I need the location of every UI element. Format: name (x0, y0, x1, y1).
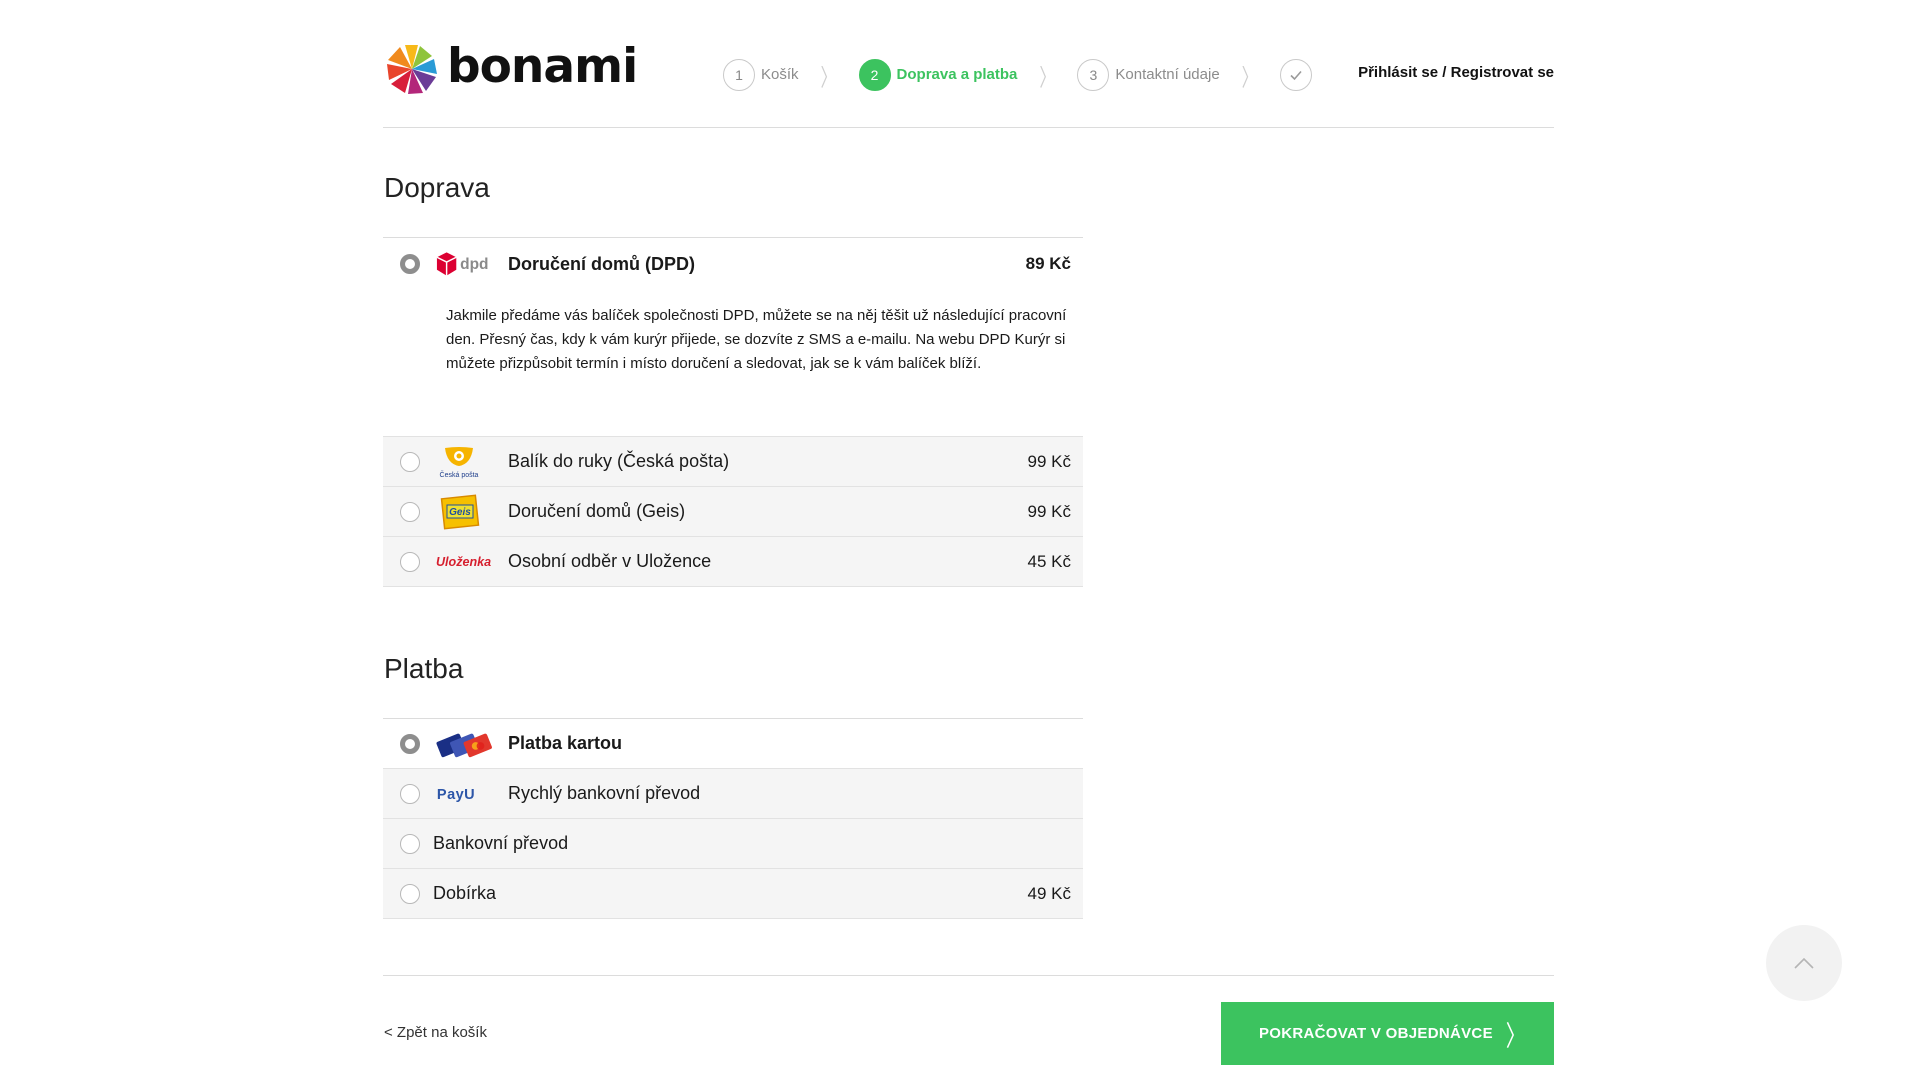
step-finish[interactable] (1279, 58, 1312, 91)
step-cart[interactable]: 1 Košík (723, 58, 799, 91)
shipping-name: Doručení domů (DPD) (508, 253, 695, 274)
step-contact[interactable]: 3 Kontaktní údaje (1077, 58, 1220, 91)
step-label: Košík (761, 66, 799, 83)
shipping-option-row[interactable]: dpd Doručení domů (DPD) 89 Kč (383, 238, 1083, 290)
credit-cards-icon (435, 726, 495, 762)
dpd-logo-text: dpd (460, 256, 488, 273)
radio-unselected[interactable] (400, 833, 420, 854)
continue-label: POKRAČOVAT V OBJEDNÁVCE (1259, 1025, 1493, 1042)
logo-caption: Uloženka (436, 554, 491, 568)
shipping-price: 99 Kč (1027, 501, 1071, 521)
payment-option-card[interactable]: Platba kartou (383, 719, 1083, 769)
shipping-option-ceska-posta[interactable]: Česká pošta Balík do ruky (Česká pošta) … (383, 437, 1083, 487)
radio-selected[interactable] (400, 254, 420, 274)
shipping-option-dpd[interactable]: dpd Doručení domů (DPD) 89 Kč Jakmile př… (383, 238, 1083, 437)
logo-caption: Geis (449, 507, 471, 518)
step-label: Doprava a platba (896, 66, 1018, 83)
bonami-logo[interactable]: bonami (385, 38, 638, 96)
shipping-name: Balík do ruky (Česká pošta) (508, 451, 730, 471)
payment-options: Platba kartou PayU Rychlý bankovní převo… (383, 718, 1083, 919)
auth-divider: / (1438, 64, 1451, 81)
footer-divider (383, 975, 1554, 976)
step-number: 2 (858, 58, 891, 91)
step-chevron-icon: 〉 (820, 65, 837, 92)
checkout-header: bonami 1 Košík 〉 2 Doprava a platba 〉 3 … (383, 0, 1554, 128)
payment-name: Platba kartou (508, 733, 623, 753)
step-number: 3 (1077, 58, 1110, 91)
radio-unselected[interactable] (400, 451, 420, 472)
payment-heading: Platba (384, 653, 464, 684)
ceska-posta-logo-icon: Česká pošta (435, 444, 495, 480)
shipping-options: dpd Doručení domů (DPD) 89 Kč Jakmile př… (383, 237, 1083, 587)
radio-unselected[interactable] (400, 883, 420, 904)
shipping-name: Osobní odběr v Uložence (508, 551, 712, 571)
step-chevron-icon: 〉 (1039, 65, 1056, 92)
dpd-logo-icon: dpd (435, 246, 495, 282)
step-shipping-payment[interactable]: 2 Doprava a platba (858, 58, 1018, 91)
radio-unselected[interactable] (400, 501, 420, 522)
shipping-name: Doručení domů (Geis) (508, 501, 686, 521)
shipping-heading: Doprava (384, 172, 490, 203)
register-link[interactable]: Registrovat se (1451, 64, 1554, 81)
radio-selected[interactable] (400, 733, 420, 754)
payment-name: Dobírka (433, 883, 497, 903)
shipping-option-ulozenka[interactable]: Uloženka Osobní odběr v Uložence 45 Kč (383, 537, 1083, 587)
login-link[interactable]: Přihlásit se (1358, 64, 1438, 81)
payment-name: Bankovní převod (433, 833, 569, 853)
payu-logo-icon: PayU (435, 776, 495, 812)
payment-option-cod[interactable]: Dobírka 49 Kč (383, 869, 1083, 919)
check-icon (1279, 58, 1312, 91)
shipping-option-geis[interactable]: Geis Doručení domů (Geis) 99 Kč (383, 487, 1083, 537)
ulozenka-logo-icon: Uloženka (435, 544, 495, 580)
chevron-right-icon: 〉 (1505, 1021, 1526, 1053)
auth-links: Přihlásit se / Registrovat se (1358, 64, 1554, 81)
payment-price: 49 Kč (1027, 883, 1071, 903)
radio-unselected[interactable] (400, 783, 420, 804)
payment-option-payu[interactable]: PayU Rychlý bankovní převod (383, 769, 1083, 819)
radio-unselected[interactable] (400, 551, 420, 572)
step-label: Kontaktní údaje (1115, 66, 1220, 83)
shipping-description: Jakmile předáme vás balíček společnosti … (446, 307, 1067, 372)
step-number: 1 (723, 58, 755, 91)
chevron-up-icon (1794, 957, 1814, 969)
logo-caption: Česká pošta (440, 470, 479, 479)
shipping-price: 45 Kč (1027, 551, 1071, 571)
geis-logo-icon: Geis (435, 493, 495, 530)
shipping-price: 89 Kč (1025, 254, 1071, 273)
back-to-cart-link[interactable]: < Zpět na košík (384, 1024, 487, 1041)
checkout-steps: 1 Košík 〉 2 Doprava a platba 〉 3 Kontakt… (723, 58, 1312, 91)
payment-option-bank-transfer[interactable]: Bankovní převod (383, 819, 1083, 869)
bonami-flower-icon (387, 45, 437, 94)
payment-name: Rychlý bankovní převod (508, 783, 701, 803)
brand-name: bonami (447, 38, 638, 94)
scroll-to-top-button[interactable] (1766, 925, 1842, 1001)
shipping-price: 99 Kč (1027, 451, 1071, 471)
page-container: bonami 1 Košík 〉 2 Doprava a platba 〉 3 … (383, 0, 1554, 1065)
logo-caption: PayU (437, 786, 475, 802)
step-chevron-icon: 〉 (1241, 65, 1258, 92)
continue-order-button[interactable]: POKRAČOVAT V OBJEDNÁVCE 〉 (1221, 1002, 1554, 1065)
